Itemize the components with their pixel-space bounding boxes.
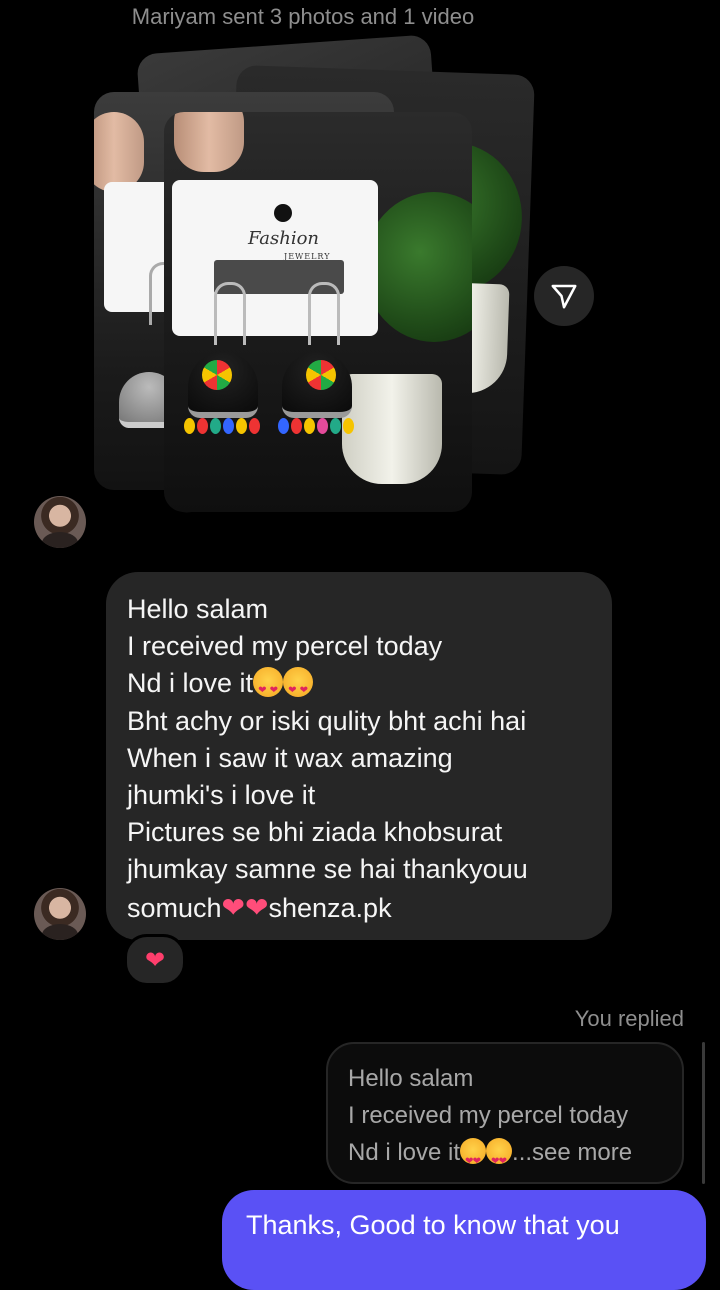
outgoing-message[interactable]: Thanks, Good to know that you <box>222 1190 706 1290</box>
incoming-message[interactable]: Hello salam I received my percel today N… <box>106 572 612 940</box>
message-line: Pictures se bhi ziada khobsurat <box>127 817 503 848</box>
quoted-line: Hello salam <box>348 1065 474 1092</box>
message-line: Nd i love it <box>127 665 612 710</box>
message-line: When i saw it wax amazing <box>127 742 453 773</box>
heart-emoji-icon: ❤ <box>245 890 269 924</box>
quote-bar <box>702 1042 705 1184</box>
photo-card-earrings[interactable]: Fashion JEWELRY <box>164 112 472 512</box>
reaction-badge[interactable]: ❤ <box>124 934 186 986</box>
message-line: jhumkay samne se hai thankyouu <box>127 854 528 885</box>
photo-stack[interactable]: Fashion JEWELRY <box>0 0 720 520</box>
heart-reaction-icon: ❤ <box>144 946 166 974</box>
brand-text: Fashion <box>248 228 320 249</box>
quoted-line: I received my percel today <box>348 1102 629 1129</box>
message-line: I received my percel today <box>127 631 443 662</box>
avatar[interactable] <box>34 888 86 940</box>
heart-eyes-emoji-icon <box>460 1138 487 1180</box>
quoted-message[interactable]: Hello salam I received my percel today N… <box>326 1042 684 1184</box>
heart-emoji-icon: ❤ <box>221 890 246 924</box>
message-line: somuch❤❤shenza.pk <box>127 890 392 924</box>
see-more-link[interactable]: ...see more <box>512 1139 632 1166</box>
message-line: Bht achy or iski qulity bht achi hai <box>127 705 527 736</box>
quoted-line: Nd i love it...see more <box>348 1134 682 1180</box>
avatar[interactable] <box>34 496 86 548</box>
send-icon[interactable] <box>534 266 594 326</box>
heart-eyes-emoji-icon <box>486 1138 513 1180</box>
message-line: jhumki's i love it <box>127 780 316 811</box>
heart-eyes-emoji-icon <box>253 667 284 710</box>
message-line: Hello salam <box>127 594 269 624</box>
reply-label: You replied <box>574 1006 684 1031</box>
heart-eyes-emoji-icon <box>283 667 314 710</box>
